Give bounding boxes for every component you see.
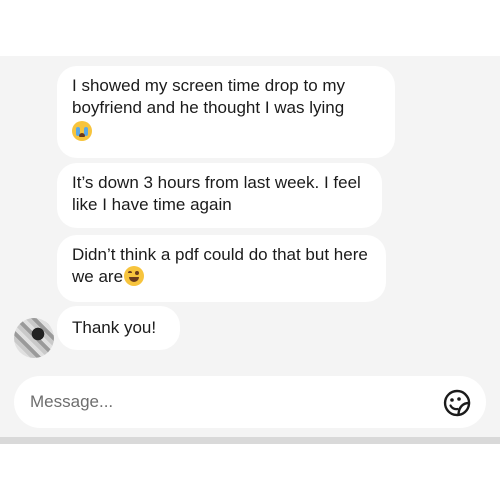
message-text: Didn’t think a pdf could do that but her…: [72, 245, 368, 286]
face-with-tears-of-joy-emoji-icon: [124, 266, 145, 286]
message-text: I showed my screen time drop to my boyfr…: [72, 76, 346, 117]
sticker-icon[interactable]: [442, 388, 472, 418]
message-bubble: I showed my screen time drop to my boyfr…: [57, 66, 395, 158]
message-composer: [14, 376, 486, 428]
message-bubble: Didn’t think a pdf could do that but her…: [57, 235, 386, 302]
bottom-divider: [0, 437, 500, 444]
chat-thread: I showed my screen time drop to my boyfr…: [0, 56, 500, 444]
message-bubble: Thank you!: [57, 306, 180, 350]
sender-avatar[interactable]: [14, 318, 54, 358]
message-text: Thank you!: [72, 318, 157, 337]
message-bubble: It’s down 3 hours from last week. I feel…: [57, 163, 382, 228]
loudly-crying-face-emoji-icon: [72, 121, 92, 141]
message-text: It’s down 3 hours from last week. I feel…: [72, 173, 361, 214]
message-input[interactable]: [30, 376, 420, 428]
